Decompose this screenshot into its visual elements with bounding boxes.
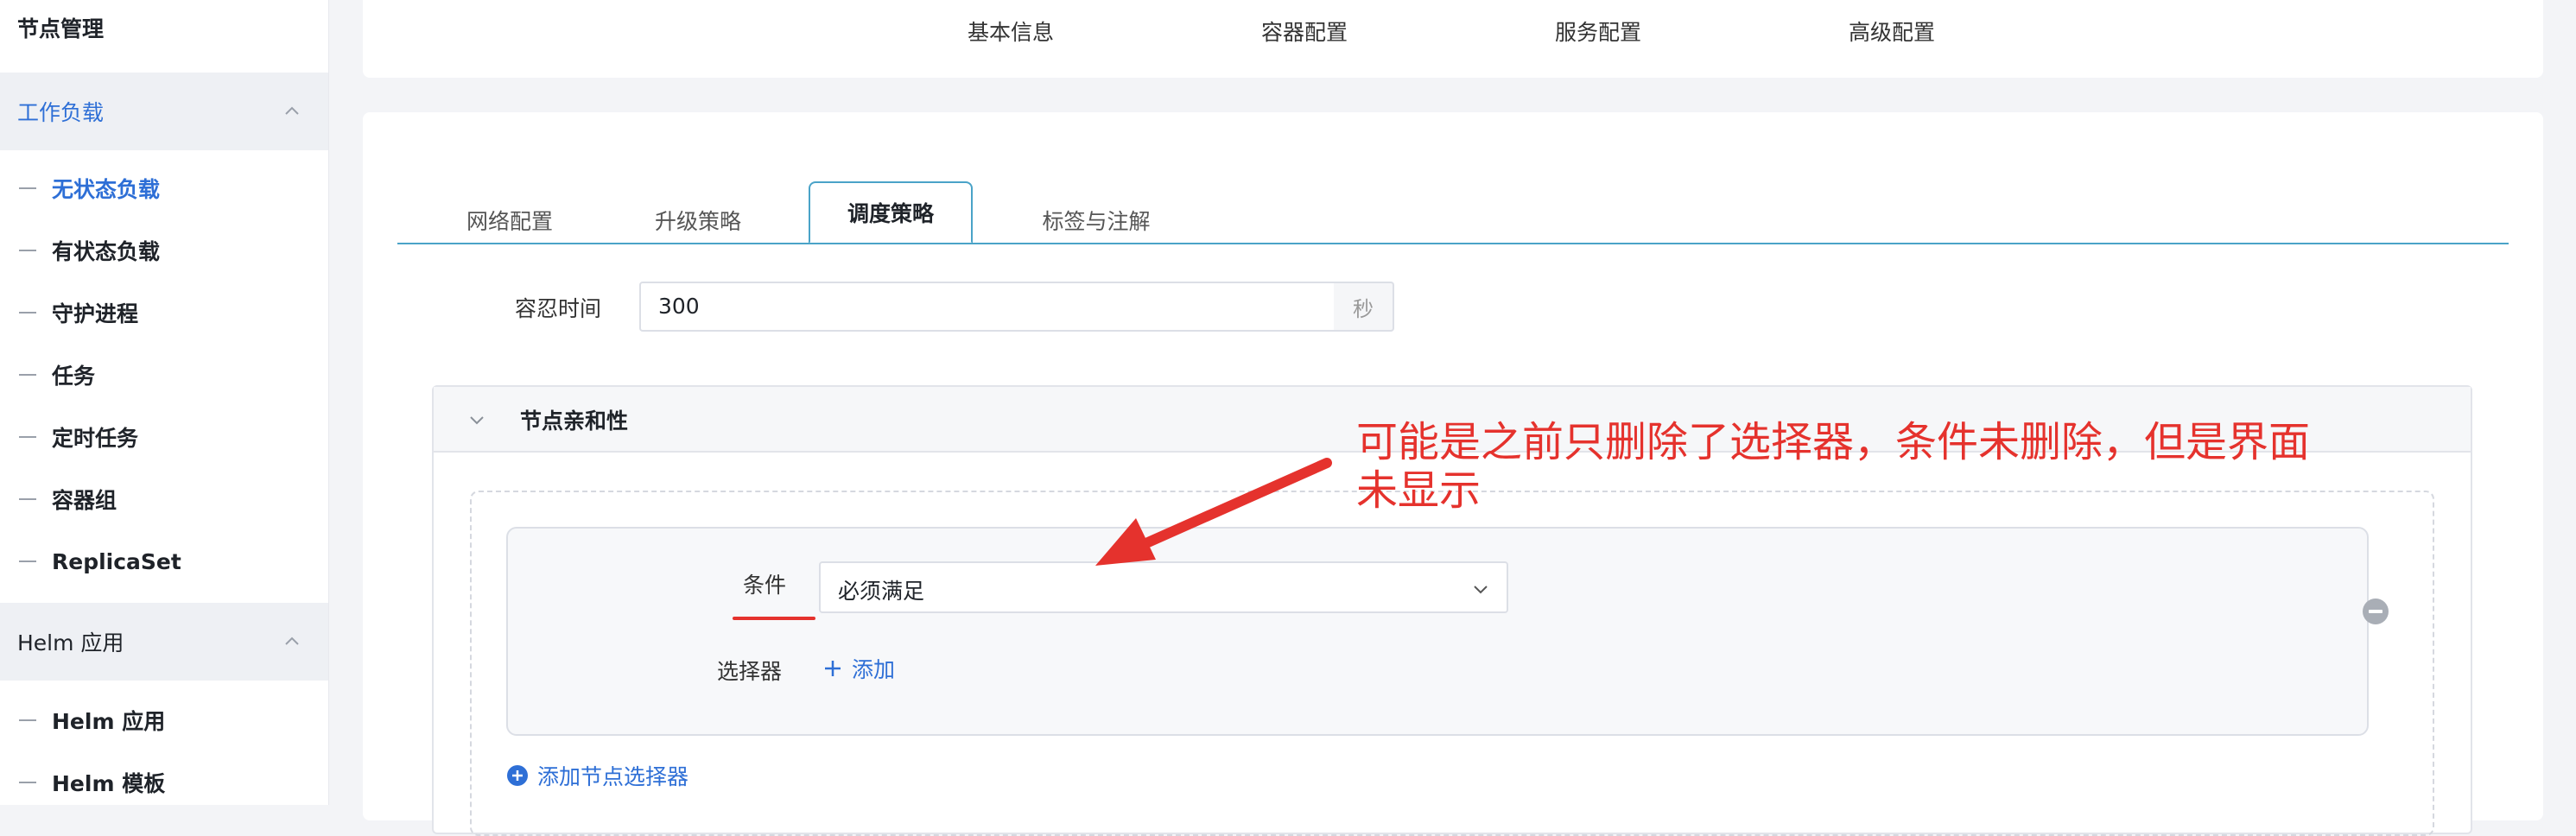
sidebar-item-job[interactable]: 任务	[0, 351, 328, 399]
sidebar-item-label: 守护进程	[52, 301, 139, 326]
plus-circle-icon	[507, 765, 528, 786]
chevron-down-icon	[1474, 586, 1488, 594]
sidebar-item-label: 有状态负载	[52, 239, 161, 264]
affinity-rule: 条件 必须满足 选择器 添加	[506, 527, 2369, 736]
condition-select[interactable]: 必须满足	[819, 561, 1508, 613]
sidebar-item-helm-template[interactable]: Helm 模板	[0, 758, 328, 807]
sidebar-group-helm[interactable]: Helm 应用	[0, 603, 328, 681]
sidebar-item-label: 无状态负载	[52, 177, 161, 202]
dash-marker	[19, 312, 36, 314]
dash-marker	[19, 782, 36, 783]
tabs-divider	[397, 243, 2509, 244]
annotation-underline	[733, 617, 815, 620]
sidebar-item-helm-app[interactable]: Helm 应用	[0, 696, 328, 744]
chevron-down-icon	[470, 416, 484, 425]
sidebar-group-label: 工作负载	[17, 100, 105, 125]
tab-container-config[interactable]: 容器配置	[1261, 16, 1348, 47]
dash-marker	[19, 719, 36, 721]
dash-marker	[19, 560, 36, 562]
tab-labels-annotations[interactable]: 标签与注解	[1023, 199, 1170, 242]
sidebar-item-label: 容器组	[52, 488, 117, 513]
tab-advanced-config[interactable]: 高级配置	[1849, 16, 1935, 47]
dash-marker	[19, 374, 36, 376]
annotation-line-2: 未显示	[1356, 466, 1482, 515]
sidebar-item-daemonset[interactable]: 守护进程	[0, 288, 328, 337]
step-tabs-bar: 基本信息 容器配置 服务配置 高级配置	[363, 0, 2543, 78]
sidebar-item-label: ReplicaSet	[52, 548, 181, 574]
condition-select-value: 必须满足	[838, 579, 925, 604]
sidebar-item-label: 任务	[52, 364, 96, 389]
add-node-selector-button[interactable]: 添加节点选择器	[506, 760, 688, 791]
sidebar-item-deployment[interactable]: 无状态负载	[0, 164, 328, 212]
node-affinity-title: 节点亲和性	[520, 408, 629, 434]
sidebar-item-label: Helm 应用	[52, 709, 166, 734]
dash-marker	[19, 498, 36, 500]
dash-marker	[19, 436, 36, 438]
tab-network-config[interactable]: 网络配置	[449, 199, 570, 242]
sidebar-group-label: Helm 应用	[17, 630, 124, 656]
toleration-unit: 秒	[1334, 282, 1394, 332]
sidebar-item-label: 定时任务	[52, 426, 139, 451]
sidebar-item-statefulset[interactable]: 有状态负载	[0, 226, 328, 275]
plus-icon	[825, 661, 841, 676]
add-node-selector-label: 添加节点选择器	[537, 764, 689, 789]
sidebar-item-node-management[interactable]: 节点管理	[17, 12, 104, 43]
sidebar-item-replicaset[interactable]: ReplicaSet	[0, 537, 328, 586]
chevron-up-icon	[285, 636, 299, 645]
remove-circle-icon[interactable]	[2362, 598, 2389, 625]
annotation-note: 可能是之前只删除了选择器，条件未删除，但是界面 未显示	[1356, 418, 2350, 515]
dash-marker	[19, 187, 36, 189]
tab-service-config[interactable]: 服务配置	[1555, 16, 1641, 47]
chevron-up-icon	[285, 106, 299, 115]
selector-label: 选择器	[717, 659, 783, 684]
sidebar-group-workload[interactable]: 工作负载	[0, 73, 328, 150]
tab-basic-info[interactable]: 基本信息	[968, 16, 1054, 47]
annotation-line-1: 可能是之前只删除了选择器，条件未删除，但是界面	[1356, 418, 2311, 466]
add-selector-label: 添加	[852, 657, 896, 682]
condition-label: 条件	[743, 573, 787, 598]
toleration-time-label: 容忍时间	[515, 296, 602, 321]
tab-upgrade-policy[interactable]: 升级策略	[638, 199, 758, 242]
sidebar-item-pod[interactable]: 容器组	[0, 475, 328, 523]
dash-marker	[19, 250, 36, 251]
add-selector-button[interactable]: 添加	[822, 653, 895, 684]
sidebar-item-label: Helm 模板	[52, 771, 166, 796]
sidebar-item-cronjob[interactable]: 定时任务	[0, 413, 328, 461]
sidebar: 节点管理 工作负载 无状态负载 有状态负载 守护进程 任务 定时任务 容器组 R…	[0, 0, 329, 805]
toleration-time-input[interactable]: 300	[639, 282, 1336, 332]
tab-scheduling-policy[interactable]: 调度策略	[809, 181, 973, 244]
